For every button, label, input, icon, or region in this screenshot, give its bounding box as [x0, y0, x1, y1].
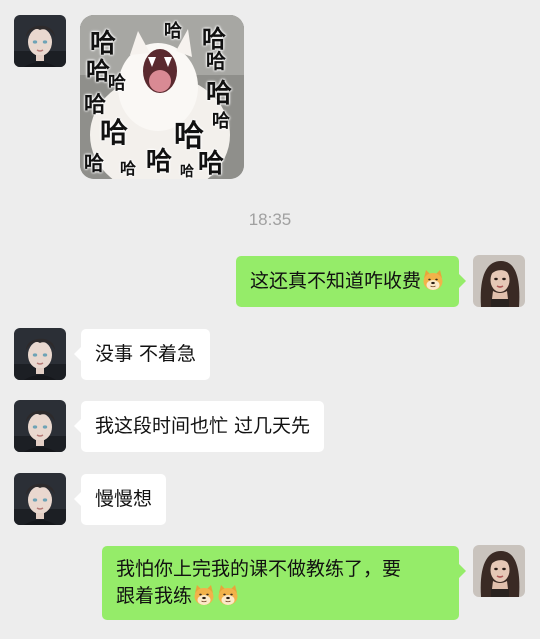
sticker-text: 哈	[108, 73, 126, 94]
message-bubble-incoming[interactable]: 慢慢想	[73, 474, 167, 525]
sticker-text: 哈	[84, 151, 104, 175]
message-text: 没事 不着急	[95, 343, 197, 365]
message-timestamp: 18:35	[248, 210, 292, 229]
my-avatar[interactable]	[473, 545, 525, 597]
sticker-text: 哈	[164, 21, 182, 42]
sticker-text: 哈	[206, 79, 233, 109]
message-text: 这还真不知道咋收费	[249, 270, 421, 292]
message-text: 慢慢想	[95, 488, 153, 510]
avatar-image	[14, 15, 66, 67]
sticker-text: 哈	[206, 49, 226, 73]
contact-avatar[interactable]	[14, 15, 66, 67]
avatar-image	[14, 328, 66, 380]
contact-avatar[interactable]	[14, 328, 66, 380]
avatar-image	[473, 545, 525, 597]
sticker-text: 哈	[146, 147, 173, 177]
doge-emoji-icon	[192, 583, 216, 607]
message-text-line: 跟着我练	[116, 585, 193, 607]
avatar-image	[14, 400, 66, 452]
message-bubble-outgoing[interactable]: 我怕你上完我的课不做教练了，要 跟着我练	[102, 546, 466, 620]
message-bubble-incoming[interactable]: 没事 不着急	[73, 329, 211, 380]
doge-emoji-icon	[216, 583, 240, 607]
my-avatar[interactable]	[473, 255, 525, 307]
sticker-text: 哈	[212, 111, 230, 132]
sticker-text: 哈	[120, 159, 137, 178]
sticker-text: 哈	[198, 149, 225, 179]
contact-avatar[interactable]	[14, 400, 66, 452]
sticker-text: 哈	[100, 116, 129, 149]
message-text: 我这段时间也忙 过几天先	[95, 415, 311, 437]
contact-avatar[interactable]	[14, 473, 66, 525]
doge-emoji-icon	[421, 268, 445, 292]
message-text-line: 我怕你上完我的课不做教练了，要	[116, 558, 402, 580]
laughing-cat-sticker[interactable]: 哈 哈 哈 哈 哈 哈 哈 哈 哈 哈 哈 哈 哈 哈 哈 哈	[80, 15, 244, 179]
sticker-text: 哈	[86, 57, 110, 85]
avatar-image	[14, 473, 66, 525]
message-bubble-incoming[interactable]: 我这段时间也忙 过几天先	[73, 401, 325, 452]
avatar-image	[473, 255, 525, 307]
sticker-text: 哈	[180, 164, 194, 179]
message-bubble-outgoing[interactable]: 这还真不知道咋收费	[235, 256, 467, 307]
